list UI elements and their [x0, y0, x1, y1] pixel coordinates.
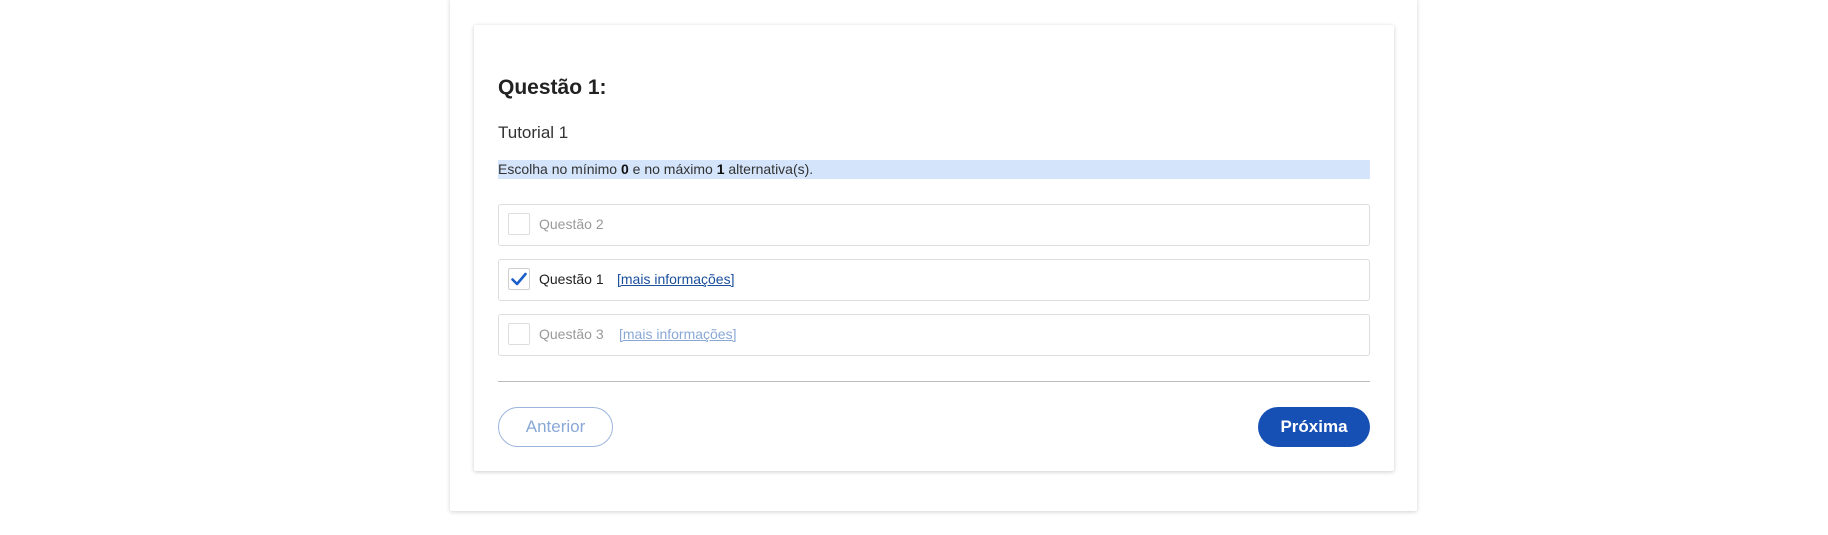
option-checkbox-checked[interactable] — [508, 268, 530, 290]
previous-button[interactable]: Anterior — [498, 407, 613, 447]
question-card: Questão 1: Tutorial 1 Escolha no mínimo … — [474, 25, 1394, 471]
option-label: Questão 1 — [539, 271, 604, 287]
more-info-link[interactable]: [mais informações] — [619, 326, 736, 342]
option-label: Questão 3 — [539, 326, 604, 342]
option-checkbox[interactable] — [508, 213, 530, 235]
hint-prefix: Escolha no mínimo — [498, 161, 621, 177]
page-container: Questão 1: Tutorial 1 Escolha no mínimo … — [450, 0, 1417, 511]
hint-suffix: alternativa(s). — [724, 161, 814, 177]
check-icon — [511, 272, 527, 286]
option-questao-2[interactable]: Questão 2 — [498, 204, 1370, 246]
selection-hint: Escolha no mínimo 0 e no máximo 1 altern… — [498, 160, 1370, 179]
option-questao-1[interactable]: Questão 1 [mais informações] — [498, 259, 1370, 301]
hint-middle: e no máximo — [628, 161, 717, 177]
option-questao-3[interactable]: Questão 3 [mais informações] — [498, 314, 1370, 356]
question-title: Questão 1: — [498, 76, 607, 99]
next-button[interactable]: Próxima — [1258, 407, 1370, 447]
option-label: Questão 2 — [539, 216, 604, 232]
question-subtitle: Tutorial 1 — [498, 123, 569, 142]
option-checkbox[interactable] — [508, 323, 530, 345]
divider — [498, 381, 1370, 382]
more-info-link[interactable]: [mais informações] — [617, 271, 734, 287]
hint-min-value: 0 — [620, 161, 629, 177]
